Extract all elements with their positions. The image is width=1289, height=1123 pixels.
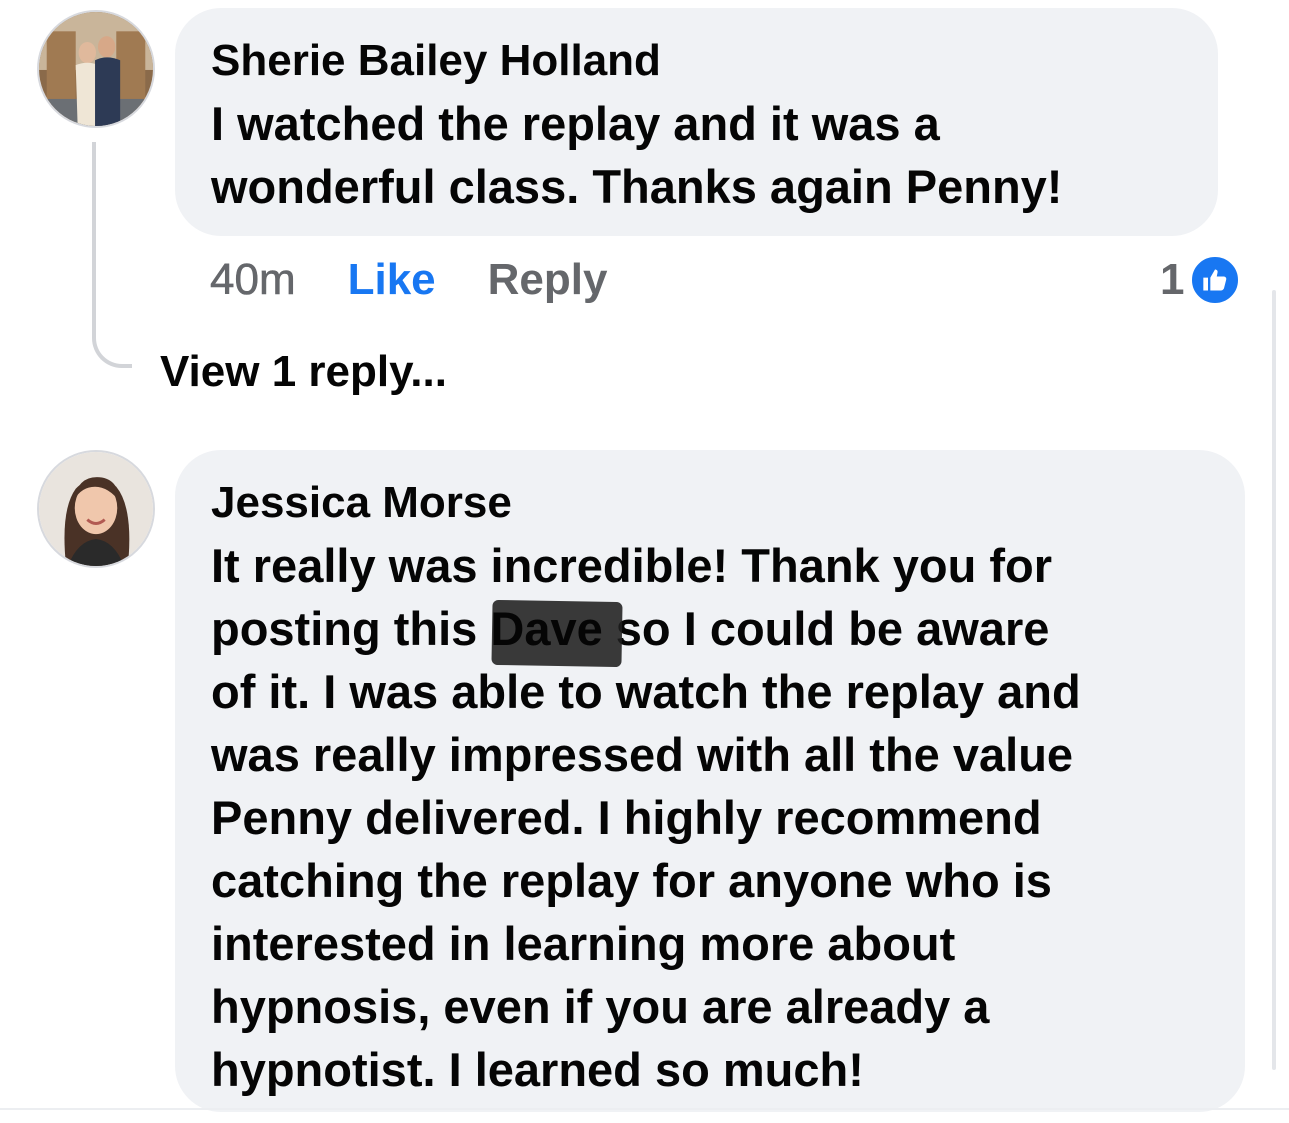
view-replies-link[interactable]: View 1 reply... bbox=[160, 344, 447, 400]
comment-timestamp[interactable]: 40m bbox=[210, 255, 296, 305]
comment-author[interactable]: Sherie Bailey Holland bbox=[211, 36, 1182, 86]
comment-text-line: hypnotist. I learned so much! bbox=[211, 1043, 864, 1096]
comment-text-segment: posting this bbox=[211, 602, 491, 655]
reaction-summary[interactable]: 1 bbox=[1160, 252, 1241, 308]
comment-bubble-sherie: Sherie Bailey Holland I watched the repl… bbox=[175, 8, 1218, 236]
comment-text-line: was really impressed with all the value bbox=[211, 728, 1074, 781]
comment-text-line: wonderful class. Thanks again Penny! bbox=[211, 160, 1063, 213]
comment-text: It really was incredible! Thank you for … bbox=[211, 534, 1209, 1101]
avatar-photo bbox=[39, 452, 153, 566]
redacted-word: Dave bbox=[490, 602, 603, 655]
redacted-name: Dave bbox=[490, 597, 624, 668]
reply-button[interactable]: Reply bbox=[488, 255, 608, 305]
comment-text-line: catching the replay for anyone who is bbox=[211, 854, 1052, 907]
comment-text-line: It really was incredible! Thank you for bbox=[211, 539, 1052, 592]
like-button[interactable]: Like bbox=[348, 255, 436, 305]
reaction-count: 1 bbox=[1160, 255, 1185, 304]
thread-connector-line bbox=[92, 142, 132, 368]
comment-text-line: hypnosis, even if you are already a bbox=[211, 980, 990, 1033]
comment-text-line: interested in learning more about bbox=[211, 917, 956, 970]
comment-author[interactable]: Jessica Morse bbox=[211, 478, 1209, 528]
avatar-sherie[interactable] bbox=[37, 10, 155, 128]
comment-text-line: posting this Dave so I could be aware bbox=[211, 597, 1209, 668]
thumbs-up-icon bbox=[1190, 255, 1241, 305]
comment-bubble-jessica: Jessica Morse It really was incredible! … bbox=[175, 450, 1245, 1112]
comment-text: I watched the replay and it was a wonder… bbox=[211, 92, 1182, 218]
comment-text-line: of it. I was able to watch the replay an… bbox=[211, 665, 1081, 718]
comment-text-line: I watched the replay and it was a bbox=[211, 97, 940, 150]
comment-text-line: Penny delivered. I highly recommend bbox=[211, 791, 1042, 844]
scrollbar[interactable] bbox=[1272, 290, 1276, 1070]
avatar-jessica[interactable] bbox=[37, 450, 155, 568]
divider bbox=[0, 1108, 1289, 1110]
comment-text-segment: so I could be aware bbox=[602, 602, 1050, 655]
comment-actions: 40m Like Reply bbox=[210, 250, 659, 310]
avatar-photo bbox=[39, 12, 153, 126]
